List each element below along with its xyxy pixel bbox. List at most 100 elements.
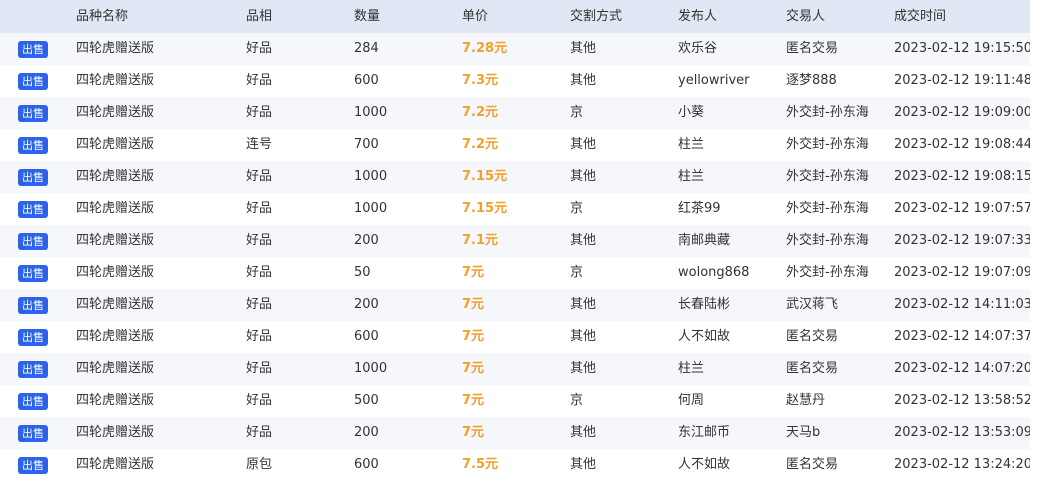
table-row[interactable]: 出售 四轮虎赠送版 好品 1000 7元 其他 柱兰 匿名交易 2023-02-…	[0, 353, 1030, 385]
deal-time: 2023-02-12 14:07:20	[894, 361, 1030, 376]
header-name[interactable]: 品种名称	[76, 0, 236, 33]
sell-badge: 出售	[18, 201, 48, 218]
delivery-method: 京	[570, 265, 584, 280]
variety-name: 四轮虎赠送版	[76, 329, 155, 344]
unit-price: 7.15元	[462, 201, 508, 216]
trader: 外交封-孙东海	[786, 233, 869, 248]
deal-time: 2023-02-12 13:53:09	[894, 425, 1030, 440]
sell-badge-cell: 出售	[18, 97, 50, 129]
unit-price: 7元	[462, 297, 485, 312]
publisher: 长春陆彬	[678, 297, 731, 312]
table-body: 出售 四轮虎赠送版 好品 284 7.28元 其他 欢乐谷 匿名交易 2023-…	[0, 33, 1030, 481]
table-row[interactable]: 出售 四轮虎赠送版 好品 1000 7.15元 京 红茶99 外交封-孙东海 2…	[0, 193, 1030, 225]
deal-time: 2023-02-12 19:15:50	[894, 41, 1030, 56]
variety-name: 四轮虎赠送版	[76, 137, 155, 152]
deal-time: 2023-02-12 14:11:03	[894, 297, 1030, 312]
condition: 好品	[246, 169, 273, 184]
table-row[interactable]: 出售 四轮虎赠送版 好品 200 7元 其他 东江邮币 天马b 2023-02-…	[0, 417, 1030, 449]
table-row[interactable]: 出售 四轮虎赠送版 好品 600 7元 其他 人不如故 匿名交易 2023-02…	[0, 321, 1030, 353]
deal-time: 2023-02-12 19:07:57	[894, 201, 1030, 216]
publisher: 柱兰	[678, 137, 705, 152]
header-condition[interactable]: 品相	[246, 0, 346, 33]
sell-badge-cell: 出售	[18, 193, 50, 225]
sell-badge: 出售	[18, 457, 48, 474]
variety-name: 四轮虎赠送版	[76, 265, 155, 280]
table-row[interactable]: 出售 四轮虎赠送版 好品 200 7元 其他 长春陆彬 武汉蒋飞 2023-02…	[0, 289, 1030, 321]
sell-badge: 出售	[18, 425, 48, 442]
condition: 好品	[246, 425, 273, 440]
publisher: 人不如故	[678, 457, 731, 472]
table-row[interactable]: 出售 四轮虎赠送版 好品 600 7.3元 其他 yellowriver 逐梦8…	[0, 65, 1030, 97]
unit-price: 7.28元	[462, 41, 508, 56]
sell-badge-cell: 出售	[18, 289, 50, 321]
sell-badge-cell: 出售	[18, 449, 50, 481]
variety-name: 四轮虎赠送版	[76, 233, 155, 248]
header-time[interactable]: 成交时间	[894, 0, 1030, 33]
condition: 好品	[246, 201, 273, 216]
publisher: 柱兰	[678, 169, 705, 184]
trader: 外交封-孙东海	[786, 105, 869, 120]
publisher: 红茶99	[678, 201, 721, 216]
table-row[interactable]: 出售 四轮虎赠送版 好品 200 7.1元 其他 南邮典藏 外交封-孙东海 20…	[0, 225, 1030, 257]
delivery-method: 京	[570, 393, 584, 408]
header-trader[interactable]: 交易人	[786, 0, 891, 33]
sell-badge: 出售	[18, 265, 48, 282]
unit-price: 7元	[462, 361, 485, 376]
unit-price: 7.3元	[462, 73, 499, 88]
unit-price: 7元	[462, 265, 485, 280]
sell-badge: 出售	[18, 169, 48, 186]
header-price[interactable]: 单价	[462, 0, 562, 33]
deal-time: 2023-02-12 19:08:15	[894, 169, 1030, 184]
unit-price: 7.2元	[462, 105, 499, 120]
sell-badge: 出售	[18, 393, 48, 410]
table-row[interactable]: 出售 四轮虎赠送版 好品 1000 7.2元 京 小葵 外交封-孙东海 2023…	[0, 97, 1030, 129]
table-row[interactable]: 出售 四轮虎赠送版 好品 500 7元 京 何周 赵慧丹 2023-02-12 …	[0, 385, 1030, 417]
quantity: 200	[354, 297, 379, 312]
quantity: 200	[354, 425, 379, 440]
sell-badge-cell: 出售	[18, 225, 50, 257]
table-row[interactable]: 出售 四轮虎赠送版 好品 50 7元 京 wolong868 外交封-孙东海 2…	[0, 257, 1030, 289]
quantity: 200	[354, 233, 379, 248]
quantity: 1000	[354, 105, 388, 120]
sell-badge: 出售	[18, 233, 48, 250]
quantity: 50	[354, 265, 371, 280]
delivery-method: 其他	[570, 329, 597, 344]
unit-price: 7.2元	[462, 137, 499, 152]
sell-badge: 出售	[18, 105, 48, 122]
header-method[interactable]: 交割方式	[570, 0, 670, 33]
trader: 武汉蒋飞	[786, 297, 839, 312]
table-row[interactable]: 出售 四轮虎赠送版 好品 284 7.28元 其他 欢乐谷 匿名交易 2023-…	[0, 33, 1030, 65]
table-row[interactable]: 出售 四轮虎赠送版 原包 600 7.5元 其他 人不如故 匿名交易 2023-…	[0, 449, 1030, 481]
header-quantity[interactable]: 数量	[354, 0, 454, 33]
unit-price: 7元	[462, 329, 485, 344]
quantity: 284	[354, 41, 379, 56]
trader: 逐梦888	[786, 73, 837, 88]
delivery-method: 其他	[570, 137, 597, 152]
variety-name: 四轮虎赠送版	[76, 201, 155, 216]
quantity: 600	[354, 457, 379, 472]
trader: 外交封-孙东海	[786, 137, 869, 152]
table-row[interactable]: 出售 四轮虎赠送版 好品 1000 7.15元 其他 柱兰 外交封-孙东海 20…	[0, 161, 1030, 193]
table-row[interactable]: 出售 四轮虎赠送版 连号 700 7.2元 其他 柱兰 外交封-孙东海 2023…	[0, 129, 1030, 161]
publisher: wolong868	[678, 265, 750, 280]
condition: 原包	[246, 457, 273, 472]
variety-name: 四轮虎赠送版	[76, 361, 155, 376]
sell-badge-cell: 出售	[18, 161, 50, 193]
sell-badge-cell: 出售	[18, 33, 50, 65]
trade-records-table: 品种名称 品相 数量 单价 交割方式 发布人 交易人 成交时间 出售 四轮虎赠送…	[0, 0, 1030, 484]
condition: 连号	[246, 137, 273, 152]
variety-name: 四轮虎赠送版	[76, 105, 155, 120]
sell-badge: 出售	[18, 329, 48, 346]
publisher: 何周	[678, 393, 705, 408]
deal-time: 2023-02-12 19:07:33	[894, 233, 1030, 248]
trader: 外交封-孙东海	[786, 169, 869, 184]
delivery-method: 其他	[570, 457, 597, 472]
condition: 好品	[246, 105, 273, 120]
condition: 好品	[246, 297, 273, 312]
header-publisher[interactable]: 发布人	[678, 0, 783, 33]
publisher: yellowriver	[678, 73, 750, 88]
variety-name: 四轮虎赠送版	[76, 393, 155, 408]
condition: 好品	[246, 73, 273, 88]
delivery-method: 京	[570, 201, 584, 216]
unit-price: 7.5元	[462, 457, 499, 472]
